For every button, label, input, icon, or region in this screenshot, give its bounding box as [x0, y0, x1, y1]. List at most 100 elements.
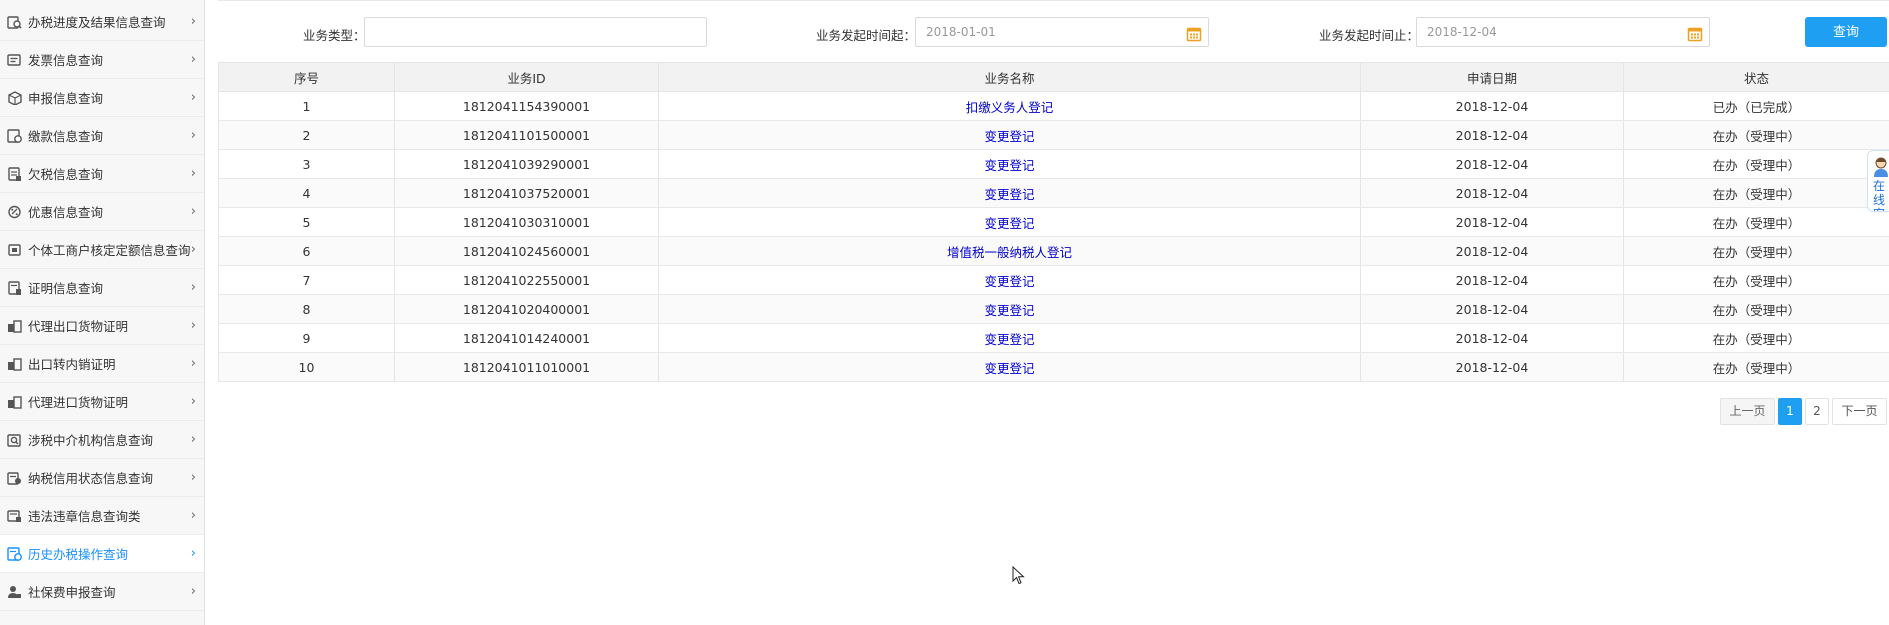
cell-apply-date: 2018-12-04	[1360, 120, 1624, 150]
chevron-right-icon: ›	[190, 128, 196, 143]
customer-service-avatar-icon	[1874, 157, 1888, 177]
sidebar-item[interactable]: 缴款信息查询 ›	[0, 117, 204, 155]
business-type-input[interactable]	[364, 17, 707, 47]
calendar-icon[interactable]	[1687, 24, 1703, 42]
sidebar-item[interactable]: 办税进度及结果信息查询 ›	[0, 3, 204, 41]
sidebar-item-label: 出口转内销证明	[28, 357, 116, 372]
cell-index: 5	[218, 207, 395, 237]
history-icon	[7, 546, 22, 561]
start-date-input[interactable]: 2018-01-01	[915, 17, 1209, 47]
query-button[interactable]: 查询	[1805, 17, 1887, 47]
cell-apply-date: 2018-12-04	[1360, 265, 1624, 295]
sidebar-item[interactable]: 涉税中介机构信息查询 ›	[0, 421, 204, 459]
arrears-icon	[7, 166, 22, 181]
cell-business-name[interactable]: 变更登记	[658, 207, 1361, 237]
table-row: 9 1812041014240001 变更登记 2018-12-04 在办（受理中）	[218, 323, 1889, 353]
cell-business-name[interactable]: 扣缴义务人登记	[658, 91, 1361, 121]
sidebar-item-label: 证明信息查询	[28, 281, 104, 296]
sidebar-item[interactable]: 社保费申报查询 ›	[0, 573, 204, 611]
header-apply-date: 申请日期	[1360, 62, 1624, 92]
sidebar-item-label: 发票信息查询	[28, 53, 104, 68]
next-page-button[interactable]: 下一页	[1832, 398, 1887, 425]
calendar-icon[interactable]	[1186, 24, 1202, 42]
cell-business-name[interactable]: 变更登记	[658, 149, 1361, 179]
chevron-right-icon: ›	[190, 90, 196, 105]
cell-status: 在办（受理中）	[1623, 323, 1889, 353]
chevron-right-icon: ›	[190, 432, 196, 447]
payment-icon	[7, 128, 22, 143]
chevron-right-icon: ›	[190, 470, 196, 485]
cell-business-id: 1812041011010001	[394, 352, 659, 382]
export-proxy-icon	[7, 319, 22, 333]
sidebar-item[interactable]: 优惠信息查询 ›	[0, 193, 204, 231]
sidebar-item[interactable]: 代理进口货物证明 ›	[0, 383, 204, 421]
cell-index: 7	[218, 265, 395, 295]
chevron-right-icon: ›	[190, 166, 196, 181]
chevron-right-icon: ›	[190, 204, 196, 219]
cell-status: 已办（已完成）	[1623, 91, 1889, 121]
cell-business-name[interactable]: 变更登记	[658, 120, 1361, 150]
sidebar-item[interactable]: 申报信息查询 ›	[0, 79, 204, 117]
sidebar-item-label: 申报信息查询	[28, 91, 104, 106]
sidebar-item[interactable]: 欠税信息查询 ›	[0, 155, 204, 193]
sidebar-item-label: 办税进度及结果信息查询	[28, 15, 166, 30]
sidebar-item[interactable]: 代理出口货物证明 ›	[0, 307, 204, 345]
discount-icon	[7, 205, 22, 219]
cell-business-name[interactable]: 变更登记	[658, 294, 1361, 324]
page-1-button[interactable]: 1	[1778, 398, 1802, 425]
cell-index: 9	[218, 323, 395, 353]
cell-business-name[interactable]: 变更登记	[658, 352, 1361, 382]
cell-business-name[interactable]: 增值税一般纳税人登记	[658, 236, 1361, 266]
cell-business-name[interactable]: 变更登记	[658, 178, 1361, 208]
sidebar-item[interactable]: 证明信息查询 ›	[0, 269, 204, 307]
filter-bar: 业务类型： 业务发起时间起： 2018-01-01 业务发起时间止： 2018-…	[218, 0, 1889, 64]
cell-business-id: 1812041154390001	[394, 91, 659, 121]
sidebar-item-label: 涉税中介机构信息查询	[28, 433, 154, 448]
chevron-right-icon: ›	[190, 52, 196, 67]
sidebar-item[interactable]: 违法违章信息查询类 ›	[0, 497, 204, 535]
chevron-right-icon: ›	[190, 508, 196, 523]
cell-apply-date: 2018-12-04	[1360, 323, 1624, 353]
table-header-row: 序号 业务ID 业务名称 申请日期 状态	[218, 62, 1889, 92]
header-status: 状态	[1623, 62, 1889, 92]
sidebar-item[interactable]: 出口转内销证明 ›	[0, 345, 204, 383]
start-date-value: 2018-01-01	[926, 25, 996, 39]
cell-index: 6	[218, 236, 395, 266]
cell-apply-date: 2018-12-04	[1360, 236, 1624, 266]
cell-business-name[interactable]: 变更登记	[658, 323, 1361, 353]
end-date-value: 2018-12-04	[1427, 25, 1497, 39]
credit-icon	[7, 471, 22, 485]
sidebar-item-label: 代理进口货物证明	[28, 395, 129, 410]
cell-index: 1	[218, 91, 395, 121]
sidebar-item[interactable]: 个体工商户核定定额信息查询 ›	[0, 231, 204, 269]
end-date-input[interactable]: 2018-12-04	[1416, 17, 1710, 47]
chevron-right-icon: ›	[190, 280, 196, 295]
cell-apply-date: 2018-12-04	[1360, 352, 1624, 382]
sidebar-item-label: 优惠信息查询	[28, 205, 104, 220]
cell-status: 在办（受理中）	[1623, 294, 1889, 324]
prev-page-button[interactable]: 上一页	[1720, 398, 1775, 425]
sidebar-item[interactable]: 历史办税操作查询 ›	[0, 535, 204, 573]
online-service-widget[interactable]: 在线客服	[1867, 150, 1889, 212]
sidebar-item[interactable]: 纳税信用状态信息查询 ›	[0, 459, 204, 497]
chevron-right-icon: ›	[190, 546, 196, 561]
sidebar-item-label: 违法违章信息查询类	[28, 509, 141, 524]
chevron-right-icon: ›	[190, 356, 196, 371]
end-date-label: 业务发起时间止：	[1319, 28, 1420, 43]
sidebar-item-label: 个体工商户核定定额信息查询	[28, 243, 191, 258]
cell-business-name[interactable]: 变更登记	[658, 265, 1361, 295]
chevron-right-icon: ›	[190, 14, 196, 29]
table-row: 5 1812041030310001 变更登记 2018-12-04 在办（受理中）	[218, 207, 1889, 237]
cell-business-id: 1812041037520001	[394, 178, 659, 208]
sidebar-item-label: 代理出口货物证明	[28, 319, 129, 334]
cell-business-id: 1812041030310001	[394, 207, 659, 237]
table-row: 7 1812041022550001 变更登记 2018-12-04 在办（受理中）	[218, 265, 1889, 295]
main-content: 业务类型： 业务发起时间起： 2018-01-01 业务发起时间止： 2018-…	[218, 0, 1889, 625]
sidebar-item-label: 缴款信息查询	[28, 129, 104, 144]
cell-index: 4	[218, 178, 395, 208]
cell-apply-date: 2018-12-04	[1360, 178, 1624, 208]
sidebar-item[interactable]: 发票信息查询 ›	[0, 41, 204, 79]
header-business-id: 业务ID	[394, 62, 659, 92]
page-2-button[interactable]: 2	[1805, 398, 1829, 425]
cell-status: 在办（受理中）	[1623, 236, 1889, 266]
